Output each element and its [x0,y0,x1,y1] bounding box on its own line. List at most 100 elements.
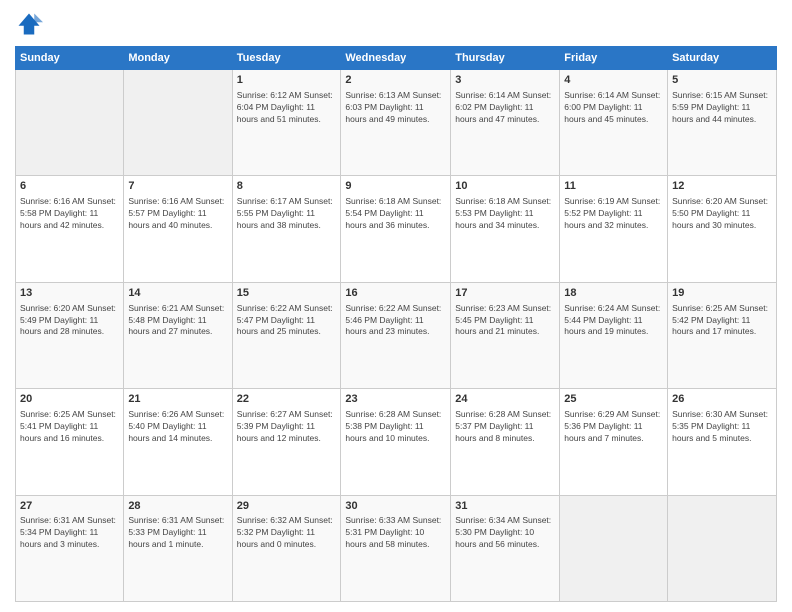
day-detail: Sunrise: 6:28 AM Sunset: 5:37 PM Dayligh… [455,409,555,445]
day-header-saturday: Saturday [668,47,777,70]
week-row-3: 13 Sunrise: 6:20 AM Sunset: 5:49 PM Dayli… [16,282,777,388]
day-number: 24 [455,392,555,407]
day-number: 11 [564,179,663,194]
day-cell: 27Sunrise: 6:31 AM Sunset: 5:34 PM Dayli… [16,495,124,601]
day-cell: 18 Sunrise: 6:24 AM Sunset: 5:44 PM Dayli… [560,282,668,388]
day-number: 3 [455,73,555,88]
day-number: 29 [237,499,337,514]
day-number: 19 [672,286,772,301]
day-number: 4 [564,73,663,88]
day-number: 28 [128,499,227,514]
day-detail: Sunrise: 6:15 AM Sunset: 5:59 PM Dayligh… [672,90,772,126]
day-cell: 4 Sunrise: 6:14 AM Sunset: 6:00 PM Daylig… [560,70,668,176]
day-number: 9 [345,179,446,194]
day-number: 1 [237,73,337,88]
day-number: 7 [128,179,227,194]
day-cell: 25 Sunrise: 6:29 AM Sunset: 5:36 PM Dayli… [560,389,668,495]
day-detail: Sunrise: 6:25 AM Sunset: 5:42 PM Dayligh… [672,303,772,339]
day-detail: Sunrise: 6:23 AM Sunset: 5:45 PM Dayligh… [455,303,555,339]
day-cell: 26Sunrise: 6:30 AM Sunset: 5:35 PM Dayli… [668,389,777,495]
day-cell: 17Sunrise: 6:23 AM Sunset: 5:45 PM Dayli… [451,282,560,388]
day-number: 23 [345,392,446,407]
day-cell [560,495,668,601]
week-row-2: 6 Sunrise: 6:16 AM Sunset: 5:58 PM Daylig… [16,176,777,282]
header [15,10,777,38]
day-detail: Sunrise: 6:17 AM Sunset: 5:55 PM Dayligh… [237,196,337,232]
day-number: 18 [564,286,663,301]
day-cell: 11 Sunrise: 6:19 AM Sunset: 5:52 PM Dayli… [560,176,668,282]
day-number: 10 [455,179,555,194]
day-number: 20 [20,392,119,407]
day-number: 2 [345,73,446,88]
day-cell: 16Sunrise: 6:22 AM Sunset: 5:46 PM Dayli… [341,282,451,388]
day-number: 22 [237,392,337,407]
header-row: SundayMondayTuesdayWednesdayThursdayFrid… [16,47,777,70]
week-row-1: 1 Sunrise: 6:12 AM Sunset: 6:04 PM Daylig… [16,70,777,176]
day-number: 12 [672,179,772,194]
day-header-wednesday: Wednesday [341,47,451,70]
calendar-table: SundayMondayTuesdayWednesdayThursdayFrid… [15,46,777,602]
day-cell [124,70,232,176]
day-cell: 7 Sunrise: 6:16 AM Sunset: 5:57 PM Daylig… [124,176,232,282]
day-detail: Sunrise: 6:13 AM Sunset: 6:03 PM Dayligh… [345,90,446,126]
day-detail: Sunrise: 6:27 AM Sunset: 5:39 PM Dayligh… [237,409,337,445]
day-detail: Sunrise: 6:31 AM Sunset: 5:33 PM Dayligh… [128,515,227,551]
day-detail: Sunrise: 6:30 AM Sunset: 5:35 PM Dayligh… [672,409,772,445]
day-detail: Sunrise: 6:14 AM Sunset: 6:02 PM Dayligh… [455,90,555,126]
day-detail: Sunrise: 6:25 AM Sunset: 5:41 PM Dayligh… [20,409,119,445]
day-detail: Sunrise: 6:26 AM Sunset: 5:40 PM Dayligh… [128,409,227,445]
day-number: 13 [20,286,119,301]
day-cell: 28Sunrise: 6:31 AM Sunset: 5:33 PM Dayli… [124,495,232,601]
day-detail: Sunrise: 6:24 AM Sunset: 5:44 PM Dayligh… [564,303,663,339]
day-cell: 29Sunrise: 6:32 AM Sunset: 5:32 PM Dayli… [232,495,341,601]
day-cell [16,70,124,176]
day-cell: 13 Sunrise: 6:20 AM Sunset: 5:49 PM Dayli… [16,282,124,388]
day-header-friday: Friday [560,47,668,70]
day-detail: Sunrise: 6:29 AM Sunset: 5:36 PM Dayligh… [564,409,663,445]
day-header-monday: Monday [124,47,232,70]
day-detail: Sunrise: 6:22 AM Sunset: 5:47 PM Dayligh… [237,303,337,339]
day-number: 15 [237,286,337,301]
day-detail: Sunrise: 6:31 AM Sunset: 5:34 PM Dayligh… [20,515,119,551]
day-cell: 10Sunrise: 6:18 AM Sunset: 5:53 PM Dayli… [451,176,560,282]
day-cell: 2 Sunrise: 6:13 AM Sunset: 6:03 PM Daylig… [341,70,451,176]
day-detail: Sunrise: 6:14 AM Sunset: 6:00 PM Dayligh… [564,90,663,126]
day-detail: Sunrise: 6:19 AM Sunset: 5:52 PM Dayligh… [564,196,663,232]
calendar-page: SundayMondayTuesdayWednesdayThursdayFrid… [0,0,792,612]
day-cell: 19 Sunrise: 6:25 AM Sunset: 5:42 PM Dayli… [668,282,777,388]
day-number: 8 [237,179,337,194]
day-detail: Sunrise: 6:12 AM Sunset: 6:04 PM Dayligh… [237,90,337,126]
day-cell: 6 Sunrise: 6:16 AM Sunset: 5:58 PM Daylig… [16,176,124,282]
day-cell: 22 Sunrise: 6:27 AM Sunset: 5:39 PM Dayli… [232,389,341,495]
day-detail: Sunrise: 6:28 AM Sunset: 5:38 PM Dayligh… [345,409,446,445]
day-number: 6 [20,179,119,194]
day-cell: 30Sunrise: 6:33 AM Sunset: 5:31 PM Dayli… [341,495,451,601]
day-detail: Sunrise: 6:20 AM Sunset: 5:50 PM Dayligh… [672,196,772,232]
day-number: 21 [128,392,227,407]
day-cell: 23 Sunrise: 6:28 AM Sunset: 5:38 PM Dayli… [341,389,451,495]
day-number: 5 [672,73,772,88]
logo-icon [15,10,43,38]
day-cell: 1 Sunrise: 6:12 AM Sunset: 6:04 PM Daylig… [232,70,341,176]
day-number: 14 [128,286,227,301]
day-cell: 12 Sunrise: 6:20 AM Sunset: 5:50 PM Dayli… [668,176,777,282]
day-detail: Sunrise: 6:16 AM Sunset: 5:57 PM Dayligh… [128,196,227,232]
week-row-5: 27Sunrise: 6:31 AM Sunset: 5:34 PM Dayli… [16,495,777,601]
day-number: 16 [345,286,446,301]
day-detail: Sunrise: 6:20 AM Sunset: 5:49 PM Dayligh… [20,303,119,339]
day-cell: 31Sunrise: 6:34 AM Sunset: 5:30 PM Dayli… [451,495,560,601]
day-number: 25 [564,392,663,407]
day-cell: 3 Sunrise: 6:14 AM Sunset: 6:02 PM Daylig… [451,70,560,176]
logo [15,10,47,38]
week-row-4: 20 Sunrise: 6:25 AM Sunset: 5:41 PM Dayli… [16,389,777,495]
day-cell: 21 Sunrise: 6:26 AM Sunset: 5:40 PM Dayli… [124,389,232,495]
day-header-thursday: Thursday [451,47,560,70]
day-detail: Sunrise: 6:16 AM Sunset: 5:58 PM Dayligh… [20,196,119,232]
day-cell: 20 Sunrise: 6:25 AM Sunset: 5:41 PM Dayli… [16,389,124,495]
day-cell: 15 Sunrise: 6:22 AM Sunset: 5:47 PM Dayli… [232,282,341,388]
day-detail: Sunrise: 6:18 AM Sunset: 5:54 PM Dayligh… [345,196,446,232]
day-header-tuesday: Tuesday [232,47,341,70]
day-header-sunday: Sunday [16,47,124,70]
day-cell: 5 Sunrise: 6:15 AM Sunset: 5:59 PM Daylig… [668,70,777,176]
day-cell: 8 Sunrise: 6:17 AM Sunset: 5:55 PM Daylig… [232,176,341,282]
